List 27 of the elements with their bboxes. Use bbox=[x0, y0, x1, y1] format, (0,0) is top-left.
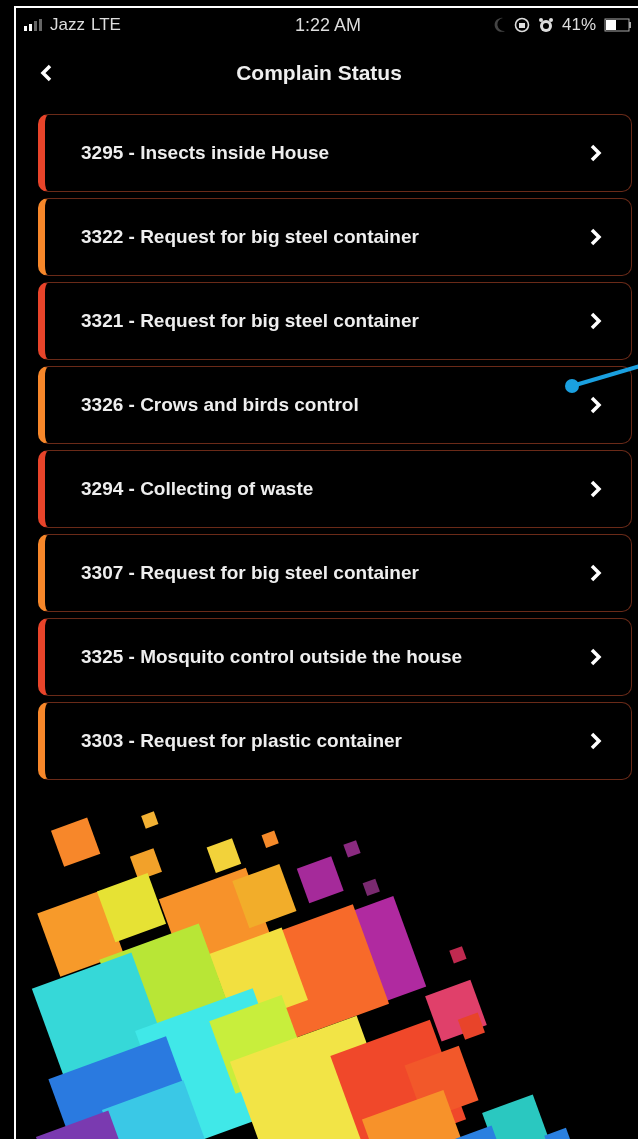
chevron-right-icon bbox=[589, 732, 603, 751]
chevron-right-icon bbox=[589, 312, 603, 331]
complaint-item[interactable]: 3295 - Insects inside House bbox=[38, 114, 632, 193]
chevron-right-icon bbox=[589, 564, 603, 583]
battery-percent: 41% bbox=[562, 15, 596, 36]
rotation-lock-icon bbox=[514, 17, 530, 34]
page-title: Complain Status bbox=[236, 60, 402, 84]
signal-icon bbox=[24, 19, 44, 32]
network-type: LTE bbox=[90, 15, 121, 36]
chevron-right-icon bbox=[589, 144, 603, 163]
battery-icon bbox=[604, 18, 632, 33]
status-time: 1:22 AM bbox=[295, 14, 362, 35]
complaint-item[interactable]: 3326 - Crows and birds control bbox=[38, 366, 632, 445]
complaint-item[interactable]: 3325 - Mosquito control outside the house bbox=[38, 618, 632, 697]
complaint-item[interactable]: 3321 - Request for big steel container bbox=[38, 282, 632, 361]
chevron-right-icon bbox=[589, 228, 603, 247]
back-button[interactable] bbox=[38, 62, 54, 83]
chevron-right-icon bbox=[589, 480, 603, 499]
complaint-item[interactable]: 3322 - Request for big steel container bbox=[38, 198, 632, 277]
complaint-item[interactable]: 3307 - Request for big steel container bbox=[38, 534, 632, 613]
moon-icon bbox=[494, 17, 506, 34]
chevron-right-icon bbox=[589, 396, 603, 415]
carrier-name: Jazz bbox=[50, 15, 85, 36]
chevron-right-icon bbox=[589, 648, 603, 667]
complaint-item[interactable]: 3294 - Collecting of waste bbox=[38, 450, 632, 529]
alarm-icon bbox=[538, 17, 554, 34]
complaint-item[interactable]: 3303 - Request for plastic container bbox=[38, 702, 632, 781]
